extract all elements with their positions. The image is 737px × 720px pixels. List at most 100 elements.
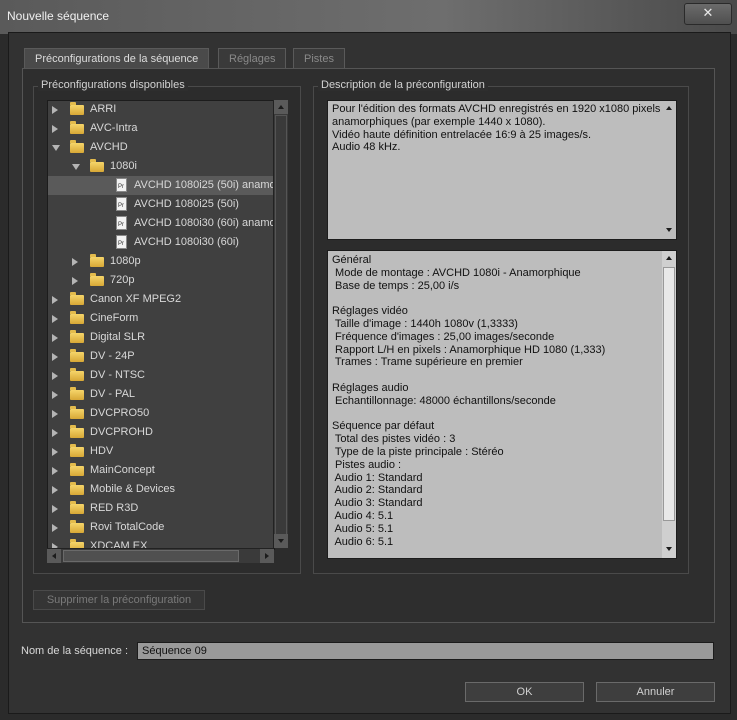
summary-scrollbar[interactable] [662,101,676,239]
premiere-file-icon: Pr [116,178,127,192]
description-line: Base de temps : 25,00 i/s [332,279,460,292]
expand-arrow-right-icon[interactable] [52,429,58,437]
preset-file-item[interactable]: Pr AVCHD 1080i30 (60i) anamorphique [48,214,274,233]
folder-icon [70,406,84,419]
expand-arrow-right-icon[interactable] [52,410,58,418]
preset-file-item[interactable]: Pr AVCHD 1080i30 (60i) [48,233,274,252]
description-line: anamorphiques (par exemple 1440 x 1080). [332,115,546,128]
preset-folder-item[interactable]: AVCHD [48,138,274,157]
description-line: Pour l'édition des formats AVCHD enregis… [332,103,661,115]
expand-arrow-right-icon[interactable] [52,315,58,323]
preset-folder-item[interactable]: Rovi TotalCode [48,518,274,537]
preset-folder-item[interactable]: AVC-Intra [48,119,274,138]
delete-preset-button[interactable]: Supprimer la préconfiguration [33,590,205,610]
details-scroll-thumb[interactable] [663,267,675,521]
description-line: Fréquence d'images : 25,00 images/second… [332,330,555,343]
expand-arrow-down-icon[interactable] [72,164,80,170]
tree-item-label: CineForm [90,312,139,324]
expand-arrow-right-icon[interactable] [52,106,58,114]
preset-folder-item[interactable]: DV - 24P [48,347,274,366]
horizontal-scroll-thumb[interactable] [63,550,239,562]
scroll-up-icon[interactable] [274,100,288,114]
description-line: Total des pistes vidéo : 3 [332,433,456,446]
expand-arrow-right-icon[interactable] [72,277,78,285]
scroll-down-icon[interactable] [274,534,288,548]
description-line: Réglages vidéo [332,305,408,318]
preset-folder-item[interactable]: 720p [48,271,274,290]
description-line: Général [332,254,372,266]
preset-folder-item[interactable]: Digital SLR [48,328,274,347]
details-scrollbar[interactable] [662,251,676,558]
scroll-track[interactable] [275,115,287,547]
tree-item-label: DV - 24P [90,350,135,362]
expand-arrow-right-icon[interactable] [52,372,58,380]
preset-folder-item[interactable]: CineForm [48,309,274,328]
expand-arrow-right-icon[interactable] [72,258,78,266]
tree-item-label: AVCHD 1080i25 (50i) anamorphique [134,179,274,191]
folder-icon [70,482,84,495]
scroll-down-icon[interactable] [662,542,676,556]
tree-item-label: DV - PAL [90,388,136,400]
tree-item-label: Rovi TotalCode [90,521,165,533]
title-bar[interactable]: Nouvelle séquence ✕ [0,0,737,34]
description-line: Audio 3: Standard [332,497,423,510]
tab-presets[interactable]: Préconfigurations de la séquence [24,48,210,69]
preset-folder-item[interactable]: HDV [48,442,274,461]
expand-arrow-right-icon[interactable] [52,486,58,494]
scroll-up-icon[interactable] [662,101,676,115]
preset-folder-item[interactable]: DVCPROHD [48,423,274,442]
preset-folder-item[interactable]: DV - NTSC [48,366,274,385]
presets-tree[interactable]: ARRI AVC-Intra AVCHD 1080i Pr AVCHD 1080i25 (… [47,100,275,550]
expand-arrow-right-icon[interactable] [52,524,58,532]
tree-item-label: Mobile & Devices [90,483,175,495]
preset-folder-item[interactable]: DV - PAL [48,385,274,404]
expand-arrow-right-icon[interactable] [52,296,58,304]
preset-folder-item[interactable]: 1080i [48,157,274,176]
folder-icon [90,254,104,267]
tree-item-label: HDV [90,445,114,457]
expand-arrow-right-icon[interactable] [52,353,58,361]
preset-folder-item[interactable]: ARRI [48,101,274,119]
close-button[interactable]: ✕ [684,3,732,25]
sequence-name-input[interactable]: Séquence 09 [137,642,714,660]
tree-horizontal-scrollbar[interactable] [47,548,274,563]
description-line: Trames : Trame supérieure en premier [332,356,523,369]
preset-folder-item[interactable]: Mobile & Devices [48,480,274,499]
preset-folder-item[interactable]: DVCPRO50 [48,404,274,423]
expand-arrow-right-icon[interactable] [52,505,58,513]
tab-tracks[interactable]: Pistes [293,48,345,69]
folder-icon [70,349,84,362]
description-line: Réglages audio [332,381,409,394]
expand-arrow-right-icon[interactable] [52,125,58,133]
preset-folder-item[interactable]: Canon XF MPEG2 [48,290,274,309]
tree-vertical-scrollbar[interactable] [273,100,288,548]
expand-arrow-right-icon[interactable] [52,448,58,456]
ok-button[interactable]: OK [465,682,584,702]
tree-item-label: ARRI [90,103,117,115]
preset-file-item[interactable]: Pr AVCHD 1080i25 (50i) anamorphique [48,176,274,195]
presets-group-title: Préconfigurations disponibles [38,79,188,91]
scroll-up-icon[interactable] [662,251,676,265]
cancel-button[interactable]: Annuler [596,682,715,702]
expand-arrow-down-icon[interactable] [52,145,60,151]
folder-icon [70,330,84,343]
expand-arrow-right-icon[interactable] [52,391,58,399]
preset-folder-item[interactable]: RED R3D [48,499,274,518]
description-line: Séquence par défaut [332,420,435,433]
expand-arrow-right-icon[interactable] [52,467,58,475]
preset-file-item[interactable]: Pr AVCHD 1080i25 (50i) [48,195,274,214]
preset-folder-item[interactable]: 1080p [48,252,274,271]
scroll-right-icon[interactable] [260,549,274,563]
preset-folder-item[interactable]: MainConcept [48,461,274,480]
description-line: Vidéo haute définition entrelacée 16:9 à… [332,128,592,141]
scroll-left-icon[interactable] [47,549,61,563]
folder-icon [70,425,84,438]
tree-item-label: Canon XF MPEG2 [90,293,182,305]
tab-settings[interactable]: Réglages [218,48,287,69]
expand-arrow-right-icon[interactable] [52,334,58,342]
description-line: Audio 6: 5.1 [332,535,394,548]
description-line: Audio 4: 5.1 [332,509,394,522]
scroll-down-icon[interactable] [662,223,676,237]
folder-icon [70,501,84,514]
description-line: Echantillonnage: 48000 échantillons/seco… [332,394,556,407]
